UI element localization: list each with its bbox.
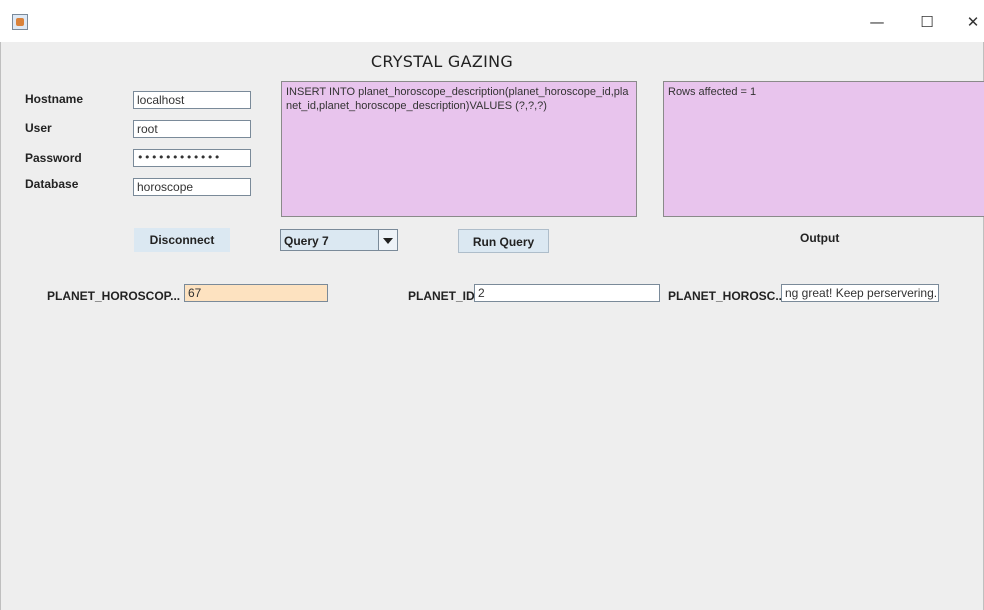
output-textarea[interactable]: Rows affected = 1 [663, 81, 984, 217]
query-textarea[interactable]: INSERT INTO planet_horoscope_description… [281, 81, 637, 217]
window-border-left [0, 42, 1, 610]
param-field-horoscope-description[interactable]: ng great! Keep perservering. [781, 284, 939, 302]
run-query-label: Run Query [472, 235, 535, 249]
disconnect-button[interactable]: Disconnect [134, 228, 230, 252]
param-label-horoscope-id: PLANET_HOROSCOP... [47, 289, 181, 303]
minimize-button[interactable]: — [862, 10, 892, 34]
password-label: Password [25, 151, 82, 165]
hostname-label: Hostname [25, 92, 84, 106]
chevron-down-icon[interactable] [378, 230, 397, 250]
user-field[interactable]: root [133, 120, 251, 138]
password-field[interactable]: •••••••••••• [133, 149, 251, 167]
output-label: Output [800, 231, 840, 245]
run-query-button[interactable]: Run Query [458, 229, 549, 253]
database-label: Database [25, 177, 79, 191]
close-button[interactable]: ✕ [958, 10, 984, 34]
hostname-field[interactable]: localhost [133, 91, 251, 109]
java-app-icon [12, 14, 28, 30]
query-select-value: Query 7 [284, 234, 329, 248]
param-field-horoscope-id[interactable]: 67 [184, 284, 328, 302]
param-label-horoscope-description: PLANET_HOROSC... [668, 289, 786, 303]
title-bar [0, 0, 984, 42]
param-field-planet-id[interactable]: 2 [474, 284, 660, 302]
database-field[interactable]: horoscope [133, 178, 251, 196]
maximize-button[interactable]: ☐ [912, 10, 942, 34]
user-label: User [25, 121, 52, 135]
param-label-planet-id: PLANET_ID [408, 289, 475, 303]
query-select[interactable]: Query 7 [280, 229, 398, 251]
page-title: CRYSTAL GAZING [370, 52, 514, 71]
